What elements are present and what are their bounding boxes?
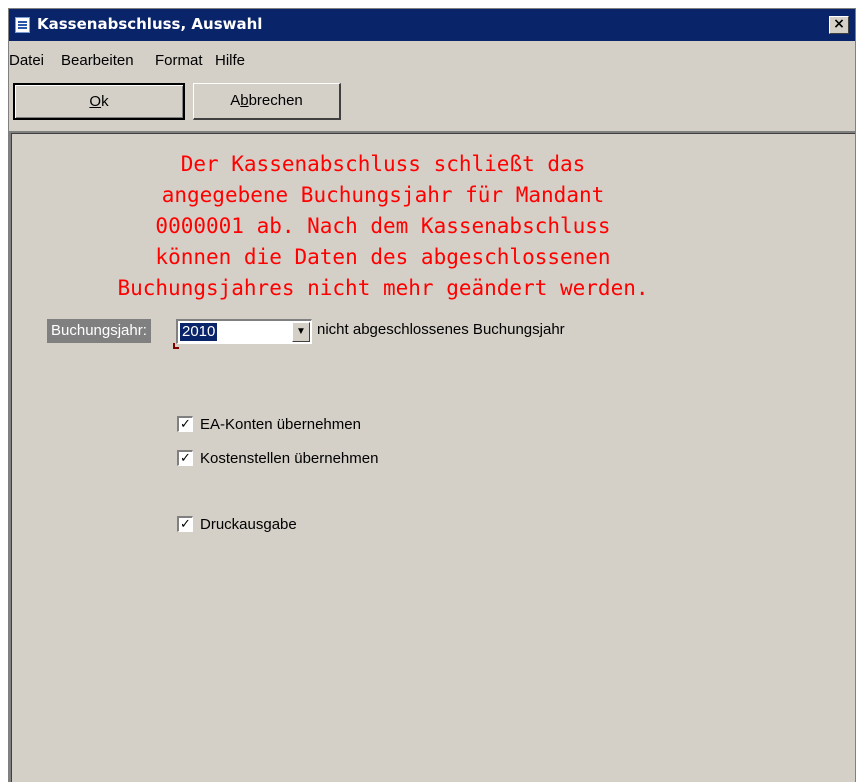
year-status-note: nicht abgeschlossenes Buchungsjahr (317, 321, 565, 338)
cancel-mnemonic: b (240, 92, 249, 109)
menu-bar: Datei Bearbeiten Format Hilfe (9, 49, 855, 73)
checkmark-icon: ✓ (180, 451, 191, 466)
chevron-down-icon[interactable]: ▼ (292, 322, 310, 342)
kostenstellen-checkbox[interactable]: ✓ (177, 450, 193, 466)
ea-konten-label: EA-Konten übernehmen (200, 416, 361, 433)
year-select[interactable]: 2010 ▼ (176, 319, 312, 344)
menu-format[interactable]: Format (155, 52, 203, 69)
warning-message: Der Kassenabschluss schließt das angegeb… (117, 152, 649, 300)
dialog-window: Kassenabschluss, Auswahl × Datei Bearbei… (8, 8, 856, 782)
close-icon: × (833, 16, 845, 32)
window-title: Kassenabschluss, Auswahl (37, 15, 263, 33)
cancel-label-start: A (230, 92, 241, 109)
cancel-label-rest: brechen (248, 92, 303, 109)
ea-konten-checkbox[interactable]: ✓ (177, 416, 193, 432)
checkmark-icon: ✓ (180, 417, 191, 432)
menu-bearbeiten[interactable]: Bearbeiten (61, 52, 134, 69)
close-button[interactable]: × (829, 16, 849, 34)
druckausgabe-checkbox[interactable]: ✓ (177, 516, 193, 532)
kostenstellen-label: Kostenstellen übernehmen (200, 450, 379, 467)
ok-label: k (101, 93, 109, 110)
menu-datei[interactable]: Datei (9, 52, 44, 69)
ok-button[interactable]: Ok (13, 83, 185, 120)
document-icon (15, 17, 30, 33)
title-bar[interactable]: Kassenabschluss, Auswahl × (9, 9, 855, 41)
druckausgabe-label: Druckausgabe (200, 516, 297, 533)
year-label: Buchungsjahr: (47, 319, 151, 343)
ok-mnemonic: O (89, 93, 102, 110)
year-select-value: 2010 (180, 323, 218, 341)
menu-hilfe[interactable]: Hilfe (215, 52, 245, 69)
focus-marker (173, 343, 179, 349)
checkmark-icon: ✓ (180, 517, 191, 532)
cancel-button[interactable]: Abbrechen (193, 83, 341, 120)
